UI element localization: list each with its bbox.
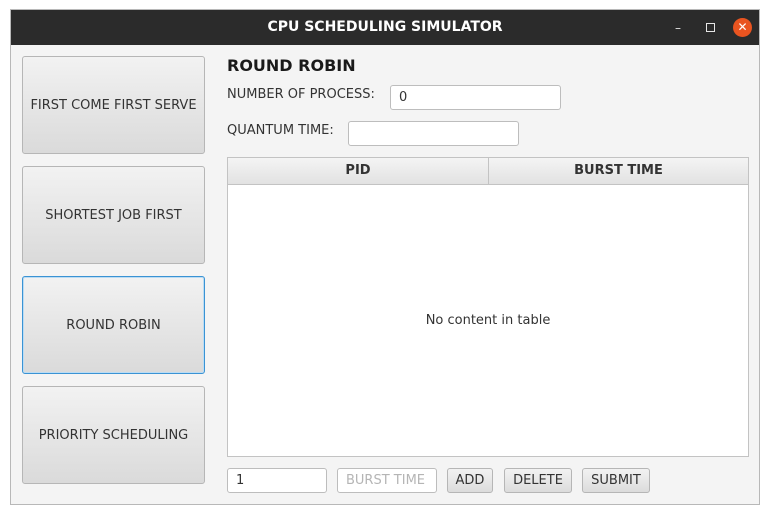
column-header-pid[interactable]: PID	[228, 158, 489, 184]
process-table[interactable]: PID BURST TIME No content in table	[227, 157, 749, 457]
table-header: PID BURST TIME	[228, 158, 748, 185]
submit-button[interactable]: SUBMIT	[582, 468, 650, 493]
page-title: ROUND ROBIN	[227, 56, 356, 75]
title-bar[interactable]: CPU SCHEDULING SIMULATOR – ✕	[11, 10, 759, 45]
sjf-button[interactable]: SHORTEST JOB FIRST	[22, 166, 205, 264]
fcfs-button[interactable]: FIRST COME FIRST SERVE	[22, 56, 205, 154]
number-of-process-label: NUMBER OF PROCESS:	[227, 87, 375, 102]
quantum-time-label: QUANTUM TIME:	[227, 123, 334, 138]
maximize-icon[interactable]	[701, 19, 719, 37]
number-of-process-input[interactable]	[390, 85, 561, 110]
empty-table-message: No content in table	[425, 313, 551, 328]
priority-scheduling-button[interactable]: PRIORITY SCHEDULING	[22, 386, 205, 484]
pid-input[interactable]	[227, 468, 327, 493]
minimize-icon[interactable]: –	[669, 19, 687, 37]
window-title: CPU SCHEDULING SIMULATOR	[267, 19, 503, 35]
round-robin-button[interactable]: ROUND ROBIN	[22, 276, 205, 374]
delete-button[interactable]: DELETE	[504, 468, 572, 493]
add-button[interactable]: ADD	[447, 468, 493, 493]
burst-time-input[interactable]	[337, 468, 437, 493]
app-window: CPU SCHEDULING SIMULATOR – ✕ FIRST COME …	[10, 9, 760, 505]
column-header-burst-time[interactable]: BURST TIME	[489, 158, 748, 184]
quantum-time-input[interactable]	[348, 121, 519, 146]
close-icon[interactable]: ✕	[733, 18, 752, 37]
